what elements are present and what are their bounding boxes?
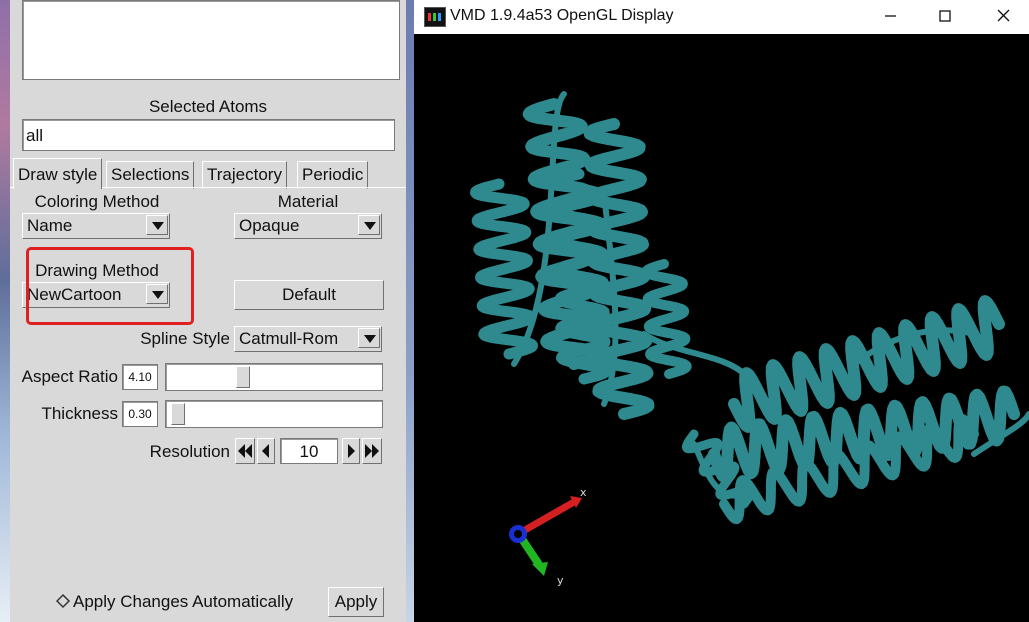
selection-input[interactable]: all	[22, 119, 395, 151]
tab-periodic[interactable]: Periodic	[297, 161, 369, 189]
chevron-down-icon[interactable]	[358, 328, 380, 348]
desktop-background-gap	[406, 0, 414, 622]
thickness-label: Thickness	[41, 404, 118, 423]
aspect-ratio-slider-thumb[interactable]	[236, 366, 250, 388]
material-label: Material	[277, 192, 339, 211]
tab-trajectory[interactable]: Trajectory	[202, 161, 287, 189]
vmd-display-window: VMD 1.9.4a53 OpenGL Display x y	[414, 0, 1029, 622]
x-axis-label: x	[580, 486, 587, 499]
y-axis-label: y	[557, 574, 564, 587]
chevron-down-icon[interactable]	[358, 215, 380, 235]
title-bar[interactable]: VMD 1.9.4a53 OpenGL Display	[414, 0, 1029, 34]
x-axis-arrow	[514, 498, 578, 538]
close-icon	[997, 9, 1010, 22]
window-title: VMD 1.9.4a53 OpenGL Display	[450, 7, 674, 24]
double-left-arrow-icon	[238, 444, 252, 458]
material-select[interactable]: Opaque	[234, 213, 382, 239]
desktop-background	[0, 0, 10, 622]
thickness-value[interactable]: 0.30	[122, 401, 158, 427]
spline-style-label: Spline Style	[140, 329, 230, 348]
representations-list[interactable]	[22, 0, 400, 80]
resolution-label: Resolution	[149, 442, 230, 461]
coloring-method-value: Name	[27, 216, 73, 235]
apply-button[interactable]: Apply	[328, 587, 384, 617]
resolution-increment-button[interactable]	[342, 438, 360, 464]
graphical-representations-panel: Selected Atoms all Draw style Selections…	[10, 0, 406, 622]
spline-style-value: Catmull-Rom	[239, 329, 339, 348]
y-axis-arrowhead	[532, 562, 548, 576]
tab-selections[interactable]: Selections	[106, 161, 195, 189]
helix-ribbon	[470, 178, 538, 360]
apply-auto-label: Apply Changes Automatically	[73, 592, 294, 611]
annotation-highlight-box	[26, 247, 194, 325]
maximize-button[interactable]	[922, 0, 968, 32]
chevron-down-icon[interactable]	[146, 215, 168, 235]
material-value: Opaque	[239, 216, 300, 235]
opengl-canvas[interactable]: x y	[414, 34, 1029, 622]
right-arrow-icon	[348, 444, 355, 458]
coloring-method-label: Coloring Method	[34, 192, 160, 211]
aspect-ratio-label: Aspect Ratio	[21, 367, 118, 386]
selected-atoms-label: Selected Atoms	[148, 97, 268, 116]
minimize-button[interactable]	[867, 0, 913, 32]
left-arrow-icon	[262, 444, 269, 458]
vmd-app-icon	[424, 7, 446, 27]
axes-origin	[514, 530, 522, 538]
coloring-method-select[interactable]: Name	[22, 213, 170, 239]
diamond-indicator-icon	[56, 593, 71, 609]
spline-style-select[interactable]: Catmull-Rom	[234, 326, 382, 352]
aspect-ratio-slider[interactable]	[165, 363, 383, 391]
aspect-ratio-value[interactable]: 4.10	[122, 364, 158, 390]
axes-indicator: x y	[509, 486, 587, 587]
close-button[interactable]	[980, 0, 1026, 32]
thickness-slider-thumb[interactable]	[171, 403, 185, 425]
helix-ribbon	[641, 259, 692, 379]
default-button[interactable]: Default	[234, 280, 384, 310]
resolution-last-button[interactable]	[362, 438, 382, 464]
selection-input-value: all	[26, 126, 44, 145]
protein-cartoon	[470, 91, 1029, 525]
thickness-slider[interactable]	[165, 400, 383, 428]
maximize-icon	[939, 10, 951, 22]
resolution-first-button[interactable]	[235, 438, 255, 464]
resolution-input[interactable]: 10	[280, 438, 338, 464]
minimize-icon	[885, 15, 896, 17]
tab-draw-style[interactable]: Draw style	[13, 158, 103, 189]
double-right-arrow-icon	[365, 444, 379, 458]
resolution-decrement-button[interactable]	[257, 438, 275, 464]
